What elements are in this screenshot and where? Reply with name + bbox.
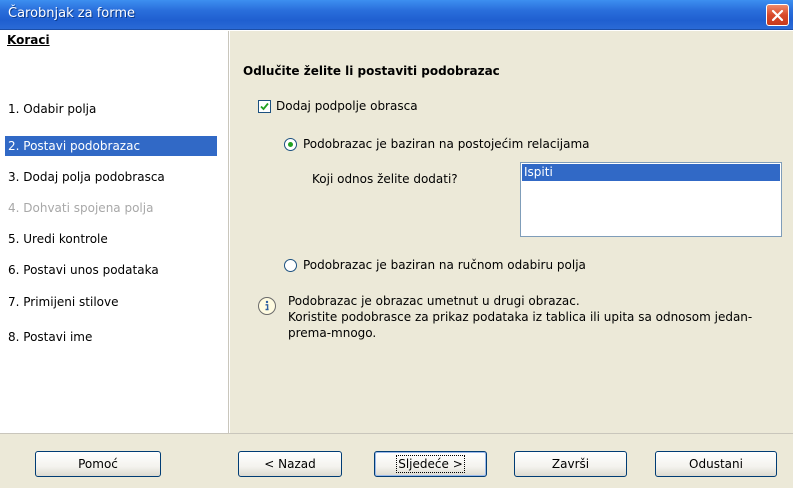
radio-button-unselected[interactable] xyxy=(284,258,297,272)
cancel-button[interactable]: Odustani xyxy=(655,451,777,477)
add-subform-label: Dodaj podpolje obrasca xyxy=(276,99,418,113)
button-bar: Pomoć < Nazad Sljedeće > Završi Odustani xyxy=(0,433,793,488)
step-4: 4. Dohvati spojena polja xyxy=(8,201,154,215)
checkbox-box[interactable] xyxy=(258,99,271,113)
list-item[interactable]: Ispiti xyxy=(522,164,780,181)
radio-manual-label: Podobrazac je baziran na ručnom odabiru … xyxy=(303,258,586,272)
add-subform-checkbox[interactable]: Dodaj podpolje obrasca xyxy=(258,99,418,113)
step-3[interactable]: 3. Dodaj polja podobrasca xyxy=(5,167,217,187)
window-title: Čarobnjak za forme xyxy=(8,6,136,21)
step-8[interactable]: 8. Postavi ime xyxy=(5,327,217,347)
main-panel: Odlučite želite li postaviti podobrazac … xyxy=(230,31,793,433)
radio-button-selected[interactable] xyxy=(284,137,297,151)
checkmark-icon xyxy=(260,102,269,110)
info-line-3: prema-mnogo. xyxy=(288,326,377,340)
info-line-1: Podobrazac je obrazac umetnut u drugi ob… xyxy=(288,294,580,308)
relation-listbox[interactable]: Ispiti xyxy=(520,162,782,237)
close-icon xyxy=(771,9,784,21)
page-title: Odlučite želite li postaviti podobrazac xyxy=(243,64,500,78)
info-text: Podobrazac je obrazac umetnut u drugi ob… xyxy=(288,293,778,341)
radio-manual-selection[interactable]: Podobrazac je baziran na ručnom odabiru … xyxy=(284,258,586,272)
next-button[interactable]: Sljedeće > xyxy=(374,451,487,477)
close-button[interactable] xyxy=(766,4,789,26)
step-6[interactable]: 6. Postavi unos podataka xyxy=(5,260,217,280)
step-7[interactable]: 7. Primijeni stilove xyxy=(5,292,217,312)
radio-existing-relation[interactable]: Podobrazac je baziran na postojećim rela… xyxy=(284,137,590,151)
finish-button[interactable]: Završi xyxy=(514,451,627,477)
title-bar[interactable]: Čarobnjak za forme xyxy=(0,0,793,30)
step-1[interactable]: 1. Odabir polja xyxy=(5,99,217,119)
steps-heading: Koraci xyxy=(7,33,50,47)
help-button[interactable]: Pomoć xyxy=(35,451,161,477)
step-5[interactable]: 5. Uredi kontrole xyxy=(5,229,217,249)
step-2[interactable]: 2. Postavi podobrazac xyxy=(5,136,217,156)
relation-question: Koji odnos želite dodati? xyxy=(312,172,458,186)
info-line-2: Koristite podobrasce za prikaz podataka … xyxy=(288,310,753,324)
back-button[interactable]: < Nazad xyxy=(238,451,342,477)
radio-existing-relation-label: Podobrazac je baziran na postojećim rela… xyxy=(303,137,590,151)
info-icon xyxy=(257,296,277,319)
